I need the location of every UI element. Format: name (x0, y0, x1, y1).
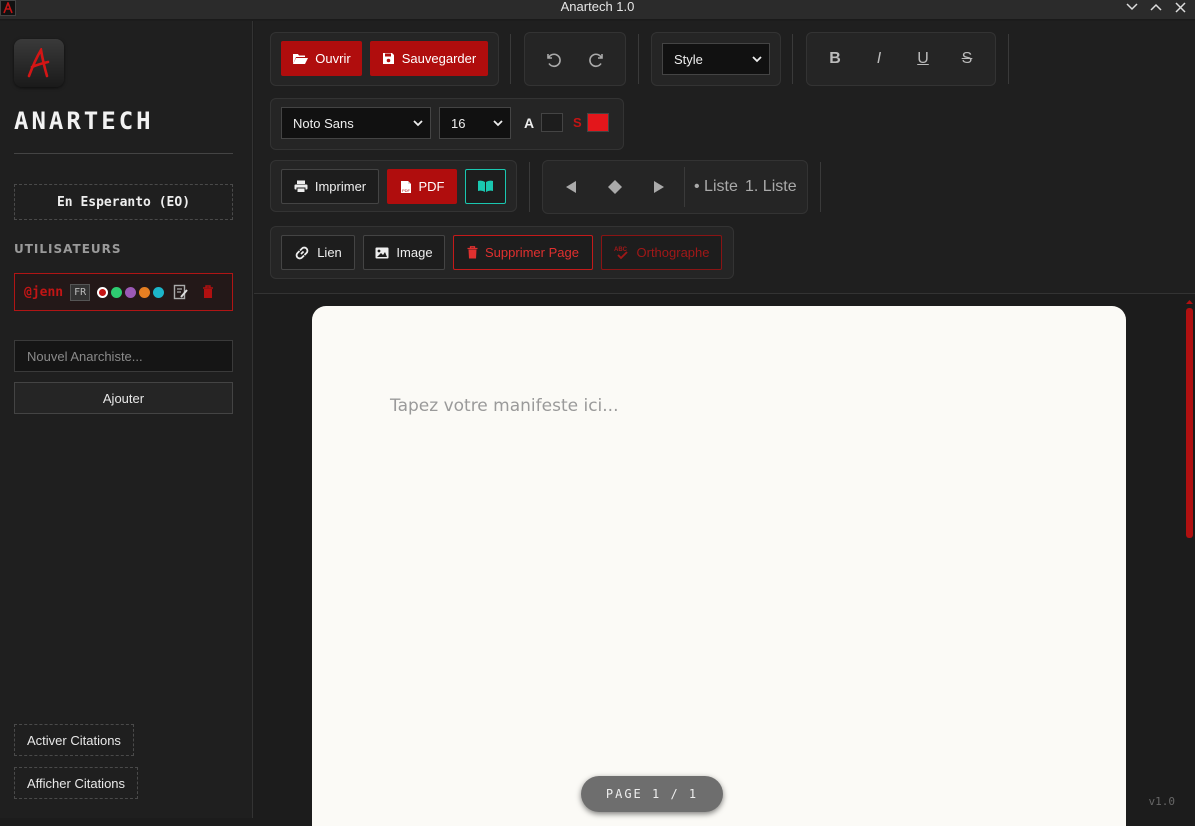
window-title: Anartech 1.0 (560, 0, 635, 14)
page-indicator: PAGE 1 / 1 (581, 776, 723, 812)
align-center-icon[interactable] (605, 178, 625, 196)
user-color-picker (97, 286, 165, 298)
logo (14, 39, 64, 87)
edit-signature-icon[interactable] (173, 284, 189, 300)
align-right-icon[interactable] (649, 178, 669, 196)
separator (820, 162, 821, 212)
font-size-value: 16 (451, 115, 466, 131)
spelling-label: Orthographe (636, 245, 710, 260)
chevron-down-icon (752, 56, 762, 63)
user-lang-badge[interactable]: FR (70, 283, 91, 301)
svg-text:ABC: ABC (614, 247, 628, 253)
highlight-color-label: S (573, 115, 582, 130)
trash-icon[interactable] (202, 285, 214, 299)
chevron-down-icon (493, 120, 503, 127)
separator (638, 34, 639, 84)
strikethrough-button[interactable]: S (952, 44, 982, 74)
numbered-list-button[interactable]: 1. Liste (745, 178, 797, 196)
folder-open-icon (293, 54, 309, 64)
users-heading: UTILISATEURS (14, 242, 122, 256)
color-dot-orange[interactable] (139, 286, 151, 298)
bullet-list-button[interactable]: • Liste (694, 178, 738, 196)
separator (792, 34, 793, 84)
divider (14, 153, 233, 154)
close-icon[interactable] (1171, 0, 1189, 14)
save-icon (382, 53, 394, 64)
maximize-icon[interactable] (1147, 0, 1165, 14)
pdf-button[interactable]: PDF PDF (387, 169, 457, 204)
user-name: @jenn (24, 284, 64, 300)
undo-icon[interactable] (540, 48, 564, 70)
spell-check-icon: ABC (614, 247, 628, 259)
font-family-value: Noto Sans (293, 115, 354, 131)
separator (529, 162, 530, 212)
font-size-select[interactable]: 16 (439, 107, 511, 139)
font-family-select[interactable]: Noto Sans (281, 107, 431, 139)
color-dot-green[interactable] (111, 286, 123, 298)
title-bar: Anartech 1.0 (0, 0, 1195, 20)
delete-page-label: Supprimer Page (485, 245, 579, 260)
underline-button[interactable]: U (908, 44, 938, 74)
add-user-button[interactable]: Ajouter (14, 382, 233, 414)
link-icon (295, 246, 309, 259)
color-dot-cyan[interactable] (153, 286, 165, 298)
sidebar: ANARTECH En Esperanto (EO) UTILISATEURS … (0, 21, 253, 818)
save-label: Sauvegarder (401, 51, 477, 66)
separator (510, 34, 511, 84)
file-pdf-icon: PDF (400, 180, 411, 193)
image-icon (375, 247, 389, 258)
bold-button[interactable]: B (820, 44, 850, 74)
open-button[interactable]: Ouvrir (281, 41, 362, 76)
svg-text:PDF: PDF (402, 188, 411, 193)
text-color-label: A (524, 115, 535, 131)
minimize-icon[interactable] (1123, 0, 1141, 14)
open-label: Ouvrir (315, 51, 351, 66)
separator (684, 167, 685, 207)
text-color-swatch[interactable] (541, 113, 563, 132)
trash-icon (467, 246, 478, 259)
editor-placeholder[interactable]: Tapez votre manifeste ici... (390, 396, 618, 416)
redo-icon[interactable] (585, 48, 609, 70)
user-row[interactable]: @jenn FR (14, 273, 233, 311)
italic-button[interactable]: I (864, 44, 894, 74)
chevron-down-icon (413, 120, 423, 127)
enable-quotes-button[interactable]: Activer Citations (14, 724, 134, 756)
link-label: Lien (317, 245, 342, 260)
image-button[interactable]: Image (363, 235, 445, 270)
printer-icon (294, 180, 308, 193)
print-button[interactable]: Imprimer (281, 169, 379, 204)
language-button[interactable]: En Esperanto (EO) (14, 184, 233, 220)
document-page[interactable]: Tapez votre manifeste ici... PAGE 1 / 1 (312, 306, 1126, 826)
show-quotes-button[interactable]: Afficher Citations (14, 767, 139, 799)
pdf-label: PDF (418, 179, 445, 194)
style-select[interactable]: Style (662, 43, 770, 75)
highlight-color-swatch[interactable] (587, 113, 609, 132)
version-label: v1.0 (1148, 795, 1176, 808)
spelling-button[interactable]: ABC Orthographe (601, 235, 722, 270)
reader-mode-button[interactable] (465, 169, 506, 204)
separator (1008, 34, 1009, 84)
delete-page-button[interactable]: Supprimer Page (453, 235, 593, 270)
scrollbar[interactable] (1186, 299, 1193, 815)
align-left-icon[interactable] (561, 178, 581, 196)
brand-title: ANARTECH (14, 107, 154, 135)
toolbar: Ouvrir Sauvegarder Style B I U S Noto Sa… (254, 21, 1195, 294)
style-select-value: Style (674, 51, 703, 67)
new-user-input[interactable] (14, 340, 233, 372)
color-dot-purple[interactable] (125, 286, 137, 298)
save-button[interactable]: Sauvegarder (370, 41, 488, 76)
scrollbar-thumb[interactable] (1186, 308, 1193, 538)
image-label: Image (396, 245, 433, 260)
editor-area: Tapez votre manifeste ici... PAGE 1 / 1 … (254, 295, 1195, 826)
color-dot-red[interactable] (97, 286, 109, 298)
link-button[interactable]: Lien (281, 235, 355, 270)
print-label: Imprimer (314, 179, 367, 194)
book-open-icon (478, 180, 493, 192)
